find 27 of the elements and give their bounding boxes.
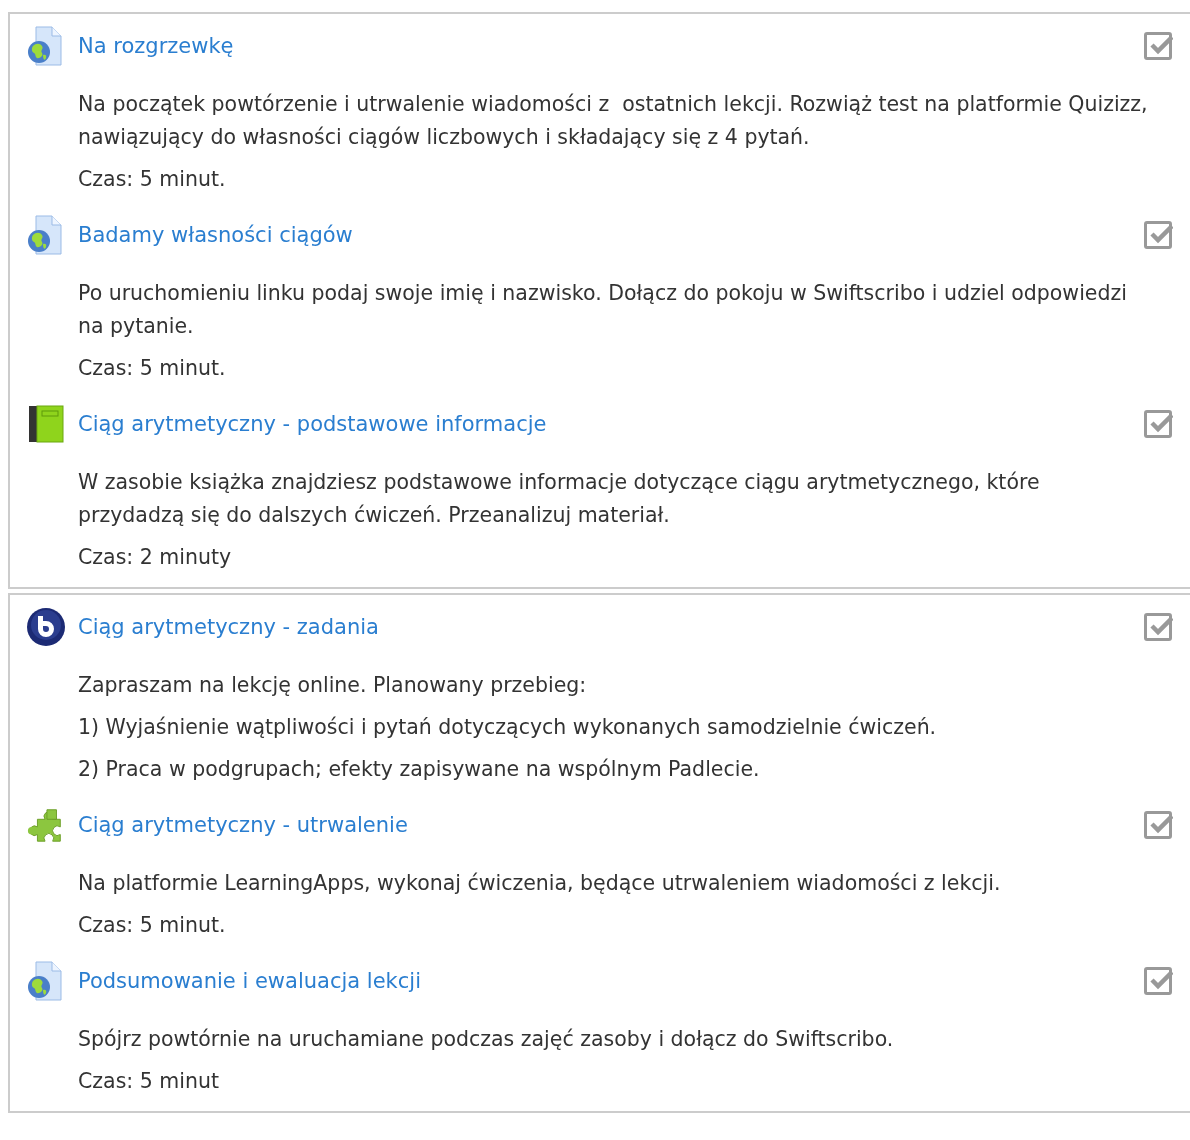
activity-link[interactable]: Ciąg arytmetyczny - podstawowe informacje [78,412,1132,436]
activity-link[interactable]: Ciąg arytmetyczny - utrwalenie [78,813,1132,837]
description-text: Czas: 5 minut. [78,912,227,939]
description-text: 1) Wyjaśnienie wątpliwości i pytań dotyczących wykonanych samodzielnie ćwiczeń. [78,714,938,741]
activity-link[interactable]: Podsumowanie i ewaluacja lekcji [78,969,1132,993]
completion-checkbox[interactable] [1144,221,1172,249]
completion-checkbox[interactable] [1144,613,1172,641]
description-text: Czas: 5 minut [78,1068,220,1095]
description-text: Czas: 2 minuty [78,544,233,571]
activity-link[interactable]: Badamy własności ciągów [78,223,1132,247]
completion-checkbox[interactable] [1144,410,1172,438]
description-text: Czas: 5 minut. [78,355,227,382]
b-logo-icon [26,607,66,647]
description-text: Po uruchomieniu linku podaj swoje imię i nazwisko. Dołącz do pokoju w Swiftscribo i udziel odpowiedzi na pytanie. [78,280,1128,340]
description-text: Zapraszam na lekcję online. Planowany przebieg: [78,672,588,699]
completion-checkbox[interactable] [1144,967,1172,995]
completion-checkbox[interactable] [1144,811,1172,839]
book-icon [28,405,64,443]
description-text: W zasobie książka znajdziesz podstawowe informacje dotyczące ciągu arytmetycznego, które przydadzą się do dalszych ćwiczeń. Przeanalizuj materiał. [78,469,1041,529]
description-text: Czas: 5 minut. [78,166,227,193]
description-text: 2) Praca w podgrupach; efekty zapisywane na wspólnym Padlecie. [78,756,761,783]
completion-checkbox[interactable] [1144,32,1172,60]
activity-link[interactable]: Ciąg arytmetyczny - zadania [78,615,1132,639]
description-text: Spójrz powtórnie na uruchamiane podczas zajęć zasoby i dołącz do Swiftscribo. [78,1026,895,1053]
description-text: Na początek powtórzenie i utrwalenie wiadomości z ostatnich lekcji. Rozwiąż test na platformie Quizizz, nawiązujący do własności ciągów liczbowych i składający się z 4 pytań. [78,91,1149,151]
activity-link[interactable]: Na rozgrzewkę [78,34,1132,58]
description-text: Na platformie LearningApps, wykonaj ćwiczenia, będące utrwaleniem wiadomości z lekcji. [78,870,1002,897]
